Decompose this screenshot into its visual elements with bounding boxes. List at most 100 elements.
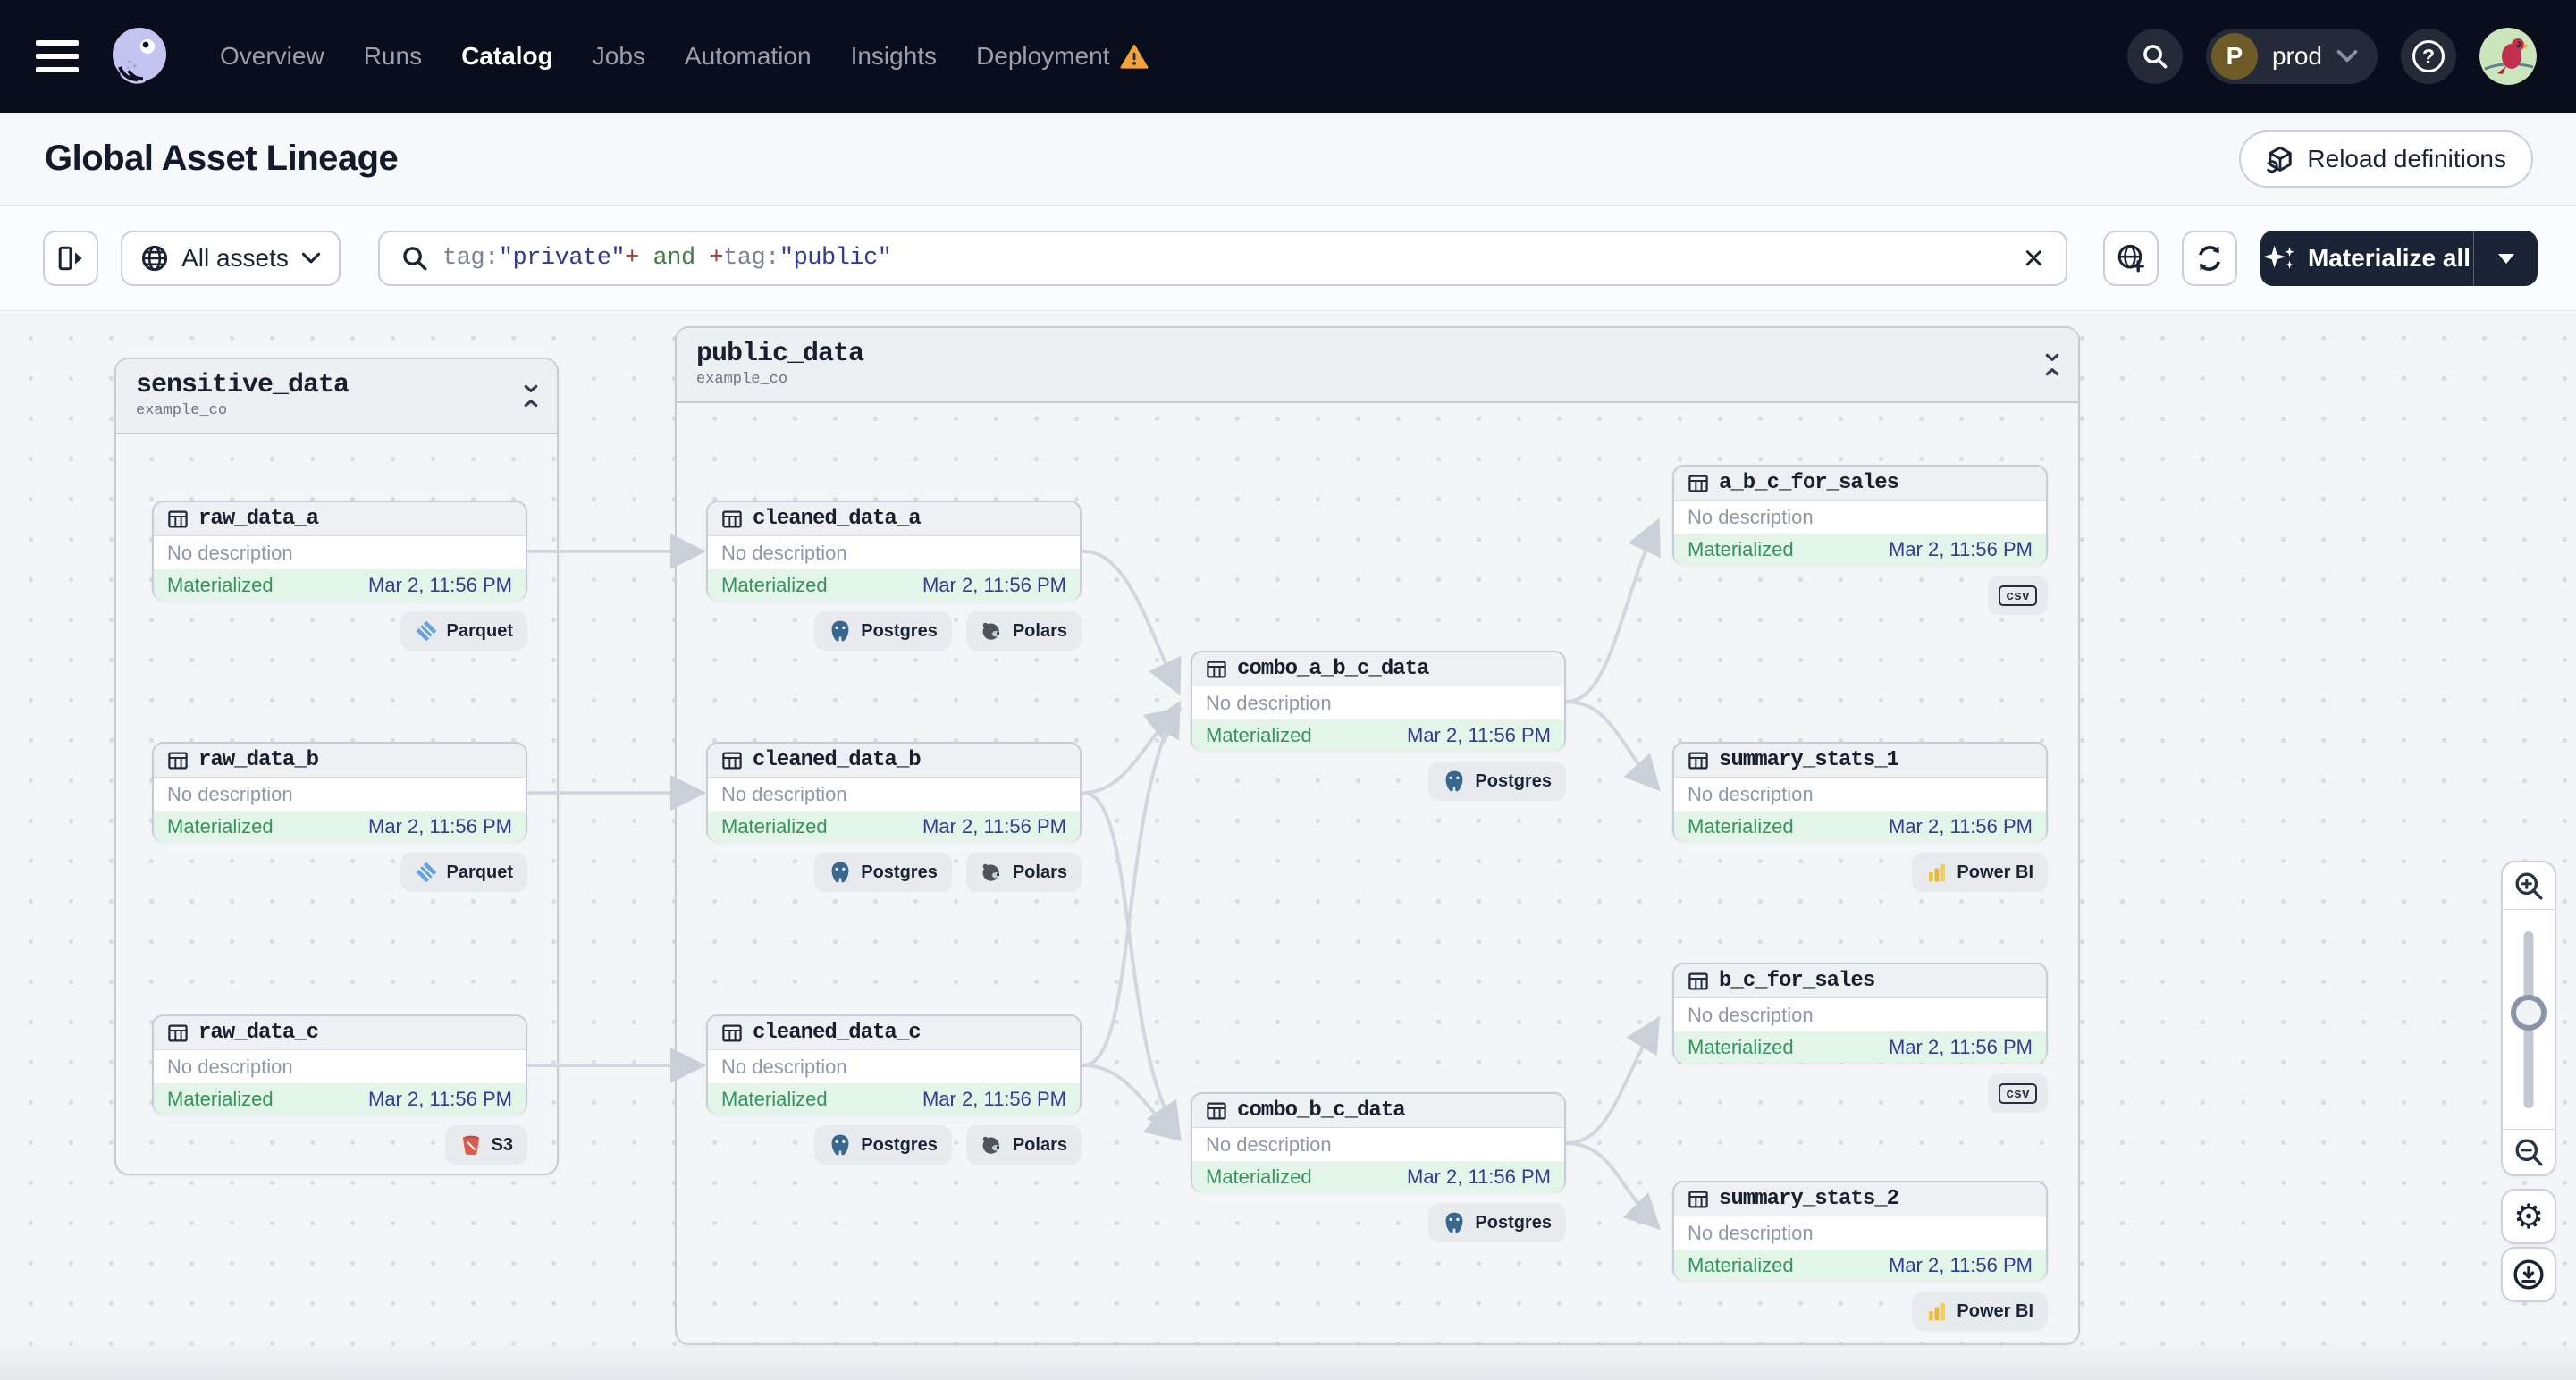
asset-description: No description: [1206, 1132, 1332, 1156]
nav-item-insights[interactable]: Insights: [851, 42, 938, 71]
nav-item-deployment[interactable]: Deployment: [976, 42, 1149, 71]
top-navbar: Overview Runs Catalog Jobs Automation In…: [0, 0, 2576, 113]
nav-item-jobs[interactable]: Jobs: [593, 42, 645, 71]
polars-icon: [982, 622, 1000, 640]
postgres-icon: [1445, 770, 1463, 792]
asset-status: Materialized: [1688, 1035, 1794, 1058]
asset-node-raw_data_c[interactable]: raw_data_c No description Materialized Ma…: [152, 1014, 527, 1115]
collapse-group-icon[interactable]: [2041, 351, 2064, 378]
postgres-icon: [1445, 1212, 1463, 1233]
asset-node-raw_data_b[interactable]: raw_data_b No description Materialized Ma…: [152, 742, 527, 842]
tag-parquet[interactable]: Parquet: [400, 853, 527, 892]
asset-description: No description: [1688, 782, 1814, 805]
avatar[interactable]: [2479, 28, 2537, 85]
asset-tags: Parquet: [152, 611, 527, 651]
caret-down-icon: [2497, 253, 2514, 264]
page-header: Global Asset Lineage Reload definitions: [0, 113, 2576, 206]
nav-item-overview[interactable]: Overview: [220, 42, 324, 71]
asset-node-a_b_c_for_sales[interactable]: a_b_c_for_sales No description Materiali…: [1672, 465, 2048, 565]
tag-powerbi[interactable]: Power BI: [1912, 853, 2048, 892]
reload-definitions-button[interactable]: Reload definitions: [2239, 130, 2533, 188]
help-button[interactable]: ?: [2401, 29, 2456, 84]
asset-description: No description: [721, 541, 847, 564]
asset-node-cleaned_data_b[interactable]: cleaned_data_b No description Materializ…: [706, 742, 1082, 842]
asset-scope-label: All assets: [181, 244, 289, 272]
download-graph-button[interactable]: [2501, 1247, 2556, 1302]
tag-s3[interactable]: S3: [444, 1125, 527, 1165]
parquet-icon: [416, 620, 436, 642]
asset-search-input[interactable]: tag:"private"+ and +tag:"public" ×: [378, 231, 2067, 286]
powerbi-icon: [1929, 863, 1946, 882]
group-subtitle: example_co: [136, 402, 228, 419]
zoom-slider-handle[interactable]: [2511, 995, 2547, 1031]
table-icon: [168, 751, 188, 770]
asset-tags: Postgres Polars: [706, 853, 1082, 892]
tag-polars[interactable]: Polars: [965, 853, 1082, 892]
asset-node-cleaned_data_a[interactable]: cleaned_data_a No description Materializ…: [706, 501, 1082, 601]
asset-date: Mar 2, 11:56 PM: [368, 573, 512, 596]
clear-search-icon[interactable]: ×: [2024, 240, 2044, 276]
environment-switcher[interactable]: P prod: [2205, 29, 2378, 84]
asset-tags: Postgres: [1191, 762, 1566, 801]
asset-name: cleaned_data_b: [753, 748, 922, 772]
table-icon: [1688, 751, 1708, 770]
tag-csv[interactable]: csv: [1988, 1073, 2048, 1113]
collapse-group-icon[interactable]: [519, 383, 543, 409]
asset-scope-dropdown[interactable]: All assets: [121, 231, 341, 286]
asset-node-summary_stats_1[interactable]: summary_stats_1 No description Materiali…: [1672, 742, 2048, 842]
asset-tags: Postgres Polars: [706, 1125, 1082, 1165]
asset-node-b_c_for_sales[interactable]: b_c_for_sales No description Materialize…: [1672, 963, 2048, 1063]
materialize-all-button[interactable]: Materialize all: [2260, 231, 2473, 286]
table-icon: [1688, 1190, 1708, 1208]
graph-settings-button[interactable]: ⚙: [2501, 1189, 2556, 1244]
asset-node-combo_a_b_c_data[interactable]: combo_a_b_c_data No description Material…: [1191, 651, 1566, 751]
asset-status: Materialized: [1206, 1165, 1312, 1188]
asset-name: raw_data_c: [198, 1021, 319, 1045]
tag-postgres[interactable]: Postgres: [814, 1125, 952, 1165]
nav-item-automation[interactable]: Automation: [685, 42, 812, 71]
zoom-in-button[interactable]: [2503, 862, 2555, 910]
asset-node-combo_b_c_data[interactable]: combo_b_c_data No description Materializ…: [1191, 1092, 1566, 1192]
asset-description: No description: [1688, 1003, 1814, 1026]
tag-parquet[interactable]: Parquet: [400, 611, 527, 651]
tag-polars[interactable]: Polars: [965, 1125, 1082, 1165]
asset-node-raw_data_a[interactable]: raw_data_a No description Materialized Ma…: [152, 501, 527, 601]
asset-node-cleaned_data_c[interactable]: cleaned_data_c No description Materializ…: [706, 1014, 1082, 1115]
group-header[interactable]: sensitive_data example_co: [116, 359, 557, 434]
chevron-down-icon: [301, 252, 321, 264]
zoom-slider[interactable]: [2503, 910, 2555, 1129]
postgres-icon: [831, 862, 849, 883]
tag-postgres[interactable]: Postgres: [1428, 762, 1566, 801]
tag-postgres[interactable]: Postgres: [1428, 1203, 1566, 1242]
asset-description: No description: [721, 782, 847, 805]
search-query-text: tag:"private"+ and +tag:"public": [442, 245, 892, 272]
tag-polars[interactable]: Polars: [965, 611, 1082, 651]
tag-powerbi[interactable]: Power BI: [1912, 1292, 2048, 1331]
tag-postgres[interactable]: Postgres: [814, 853, 952, 892]
tag-csv[interactable]: csv: [1988, 576, 2048, 615]
download-icon: [2513, 1259, 2544, 1290]
add-scope-button[interactable]: [2103, 231, 2159, 286]
group-header[interactable]: public_data example_co: [677, 328, 2078, 403]
search-button[interactable]: [2126, 29, 2183, 84]
nav-item-catalog[interactable]: Catalog: [461, 42, 553, 71]
sidebar-toggle-button[interactable]: [43, 231, 98, 286]
materialize-options-button[interactable]: [2473, 231, 2538, 286]
dagster-logo-icon[interactable]: [105, 22, 173, 90]
polars-icon: [982, 1136, 1000, 1154]
env-badge: P: [2210, 33, 2258, 80]
tag-postgres[interactable]: Postgres: [814, 611, 952, 651]
table-icon: [722, 1023, 742, 1042]
asset-date: Mar 2, 11:56 PM: [1889, 1253, 2033, 1276]
nav-item-runs[interactable]: Runs: [364, 42, 422, 71]
refresh-button[interactable]: [2182, 231, 2237, 286]
asset-node-summary_stats_2[interactable]: summary_stats_2 No description Materiali…: [1672, 1181, 2048, 1281]
asset-date: Mar 2, 11:56 PM: [1889, 1035, 2033, 1058]
group-title: public_data: [696, 339, 864, 369]
zoom-out-button[interactable]: [2503, 1129, 2555, 1174]
refresh-icon: [2199, 245, 2220, 272]
asset-date: Mar 2, 11:56 PM: [1407, 723, 1551, 746]
hamburger-menu-icon[interactable]: [36, 40, 79, 72]
lineage-graph-canvas[interactable]: sensitive_data example_co public_data ex…: [0, 311, 2576, 1380]
table-icon: [1688, 972, 1708, 990]
